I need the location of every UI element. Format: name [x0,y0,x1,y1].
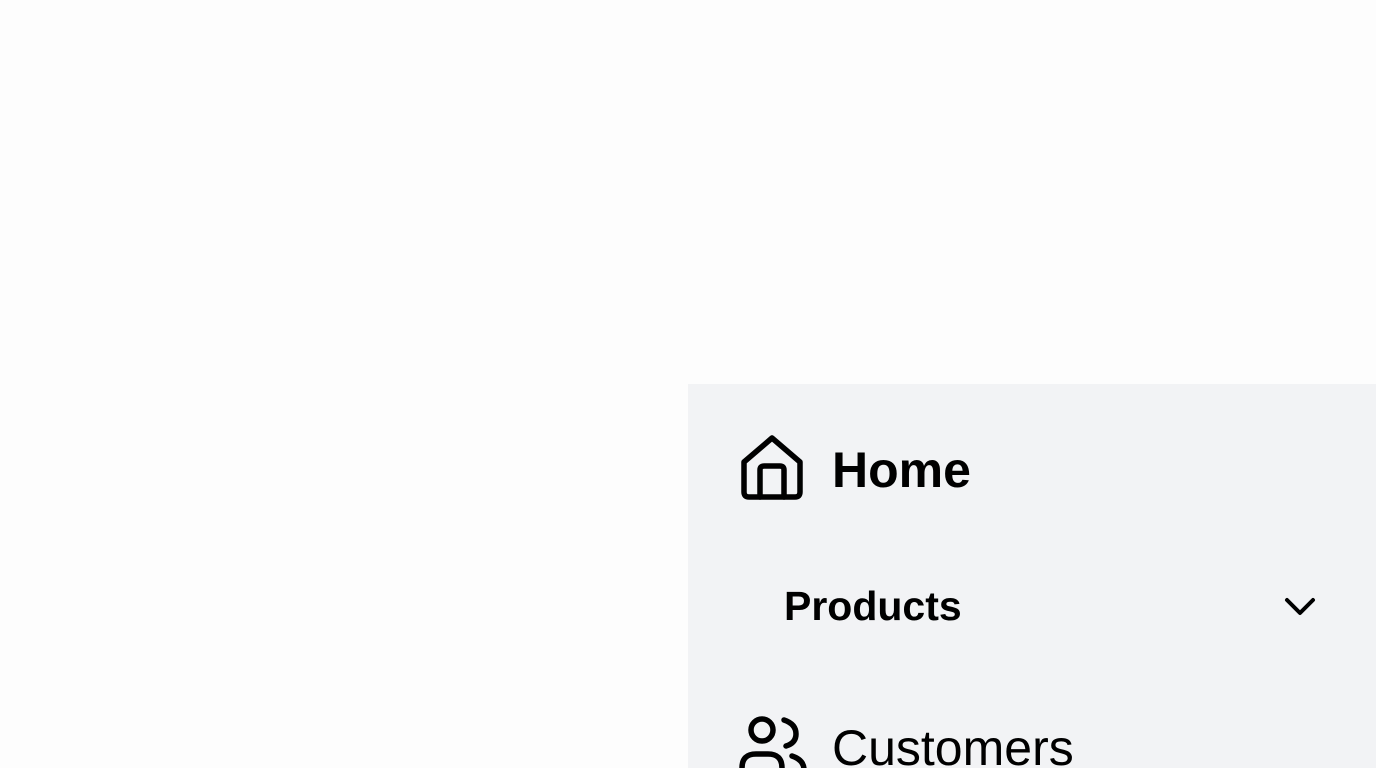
users-icon [738,712,808,768]
sidebar-item-label: Home [832,442,971,498]
sidebar-item-label: Products [784,583,962,629]
chevron-down-icon[interactable] [1282,594,1318,618]
page: Home Products Customers [0,0,1376,768]
sidebar-item-customers[interactable]: Customers [688,700,1376,768]
sidebar-item-label: Customers [832,720,1074,768]
sidebar-item-products[interactable]: Products [688,574,1376,638]
home-icon [738,432,806,502]
sidebar-nav: Home Products Customers [688,384,1376,768]
sidebar-item-home[interactable]: Home [688,418,1376,518]
